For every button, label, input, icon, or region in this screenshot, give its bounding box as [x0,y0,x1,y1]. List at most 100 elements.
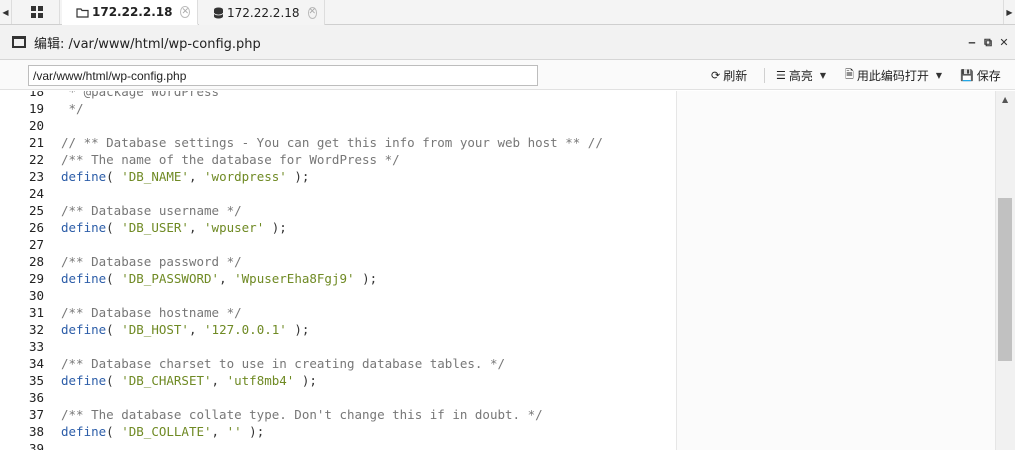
code-token: , [188,169,205,184]
line-text: /** Database hostname */ [61,304,242,321]
code-token: define [61,271,107,286]
code-token: ( [106,373,122,388]
line-number: 22 [28,152,44,167]
code-token: , [211,424,227,439]
code-token: 'DB_USER' [121,220,189,235]
restore-icon[interactable]: ⧉ [983,36,993,50]
code-token: 'wpuser' [204,220,265,235]
code-token: define [61,424,107,439]
code-token: 'DB_HOST' [121,322,189,337]
code-token: 'wordpress' [204,169,287,184]
code-line: 37 /** The database collate type. Don't c… [0,406,994,423]
code-line: 22 /** The name of the database for WordP… [0,151,994,168]
code-line: 39 [0,440,994,450]
highlight-dropdown[interactable]: ☰ 高亮 ▼ [776,65,826,86]
code-line: 31 /** Database hostname */ [0,304,994,321]
line-number: 27 [28,237,44,252]
scroll-up-icon[interactable]: ▲ [1002,95,1008,104]
code-token: ( [106,169,122,184]
caret-down-icon: ▼ [819,71,827,80]
line-text: /** Database username */ [61,202,242,219]
tab-scroll-left-icon[interactable]: ◀ [0,0,12,24]
caret-down-icon: ▼ [935,71,943,80]
refresh-button[interactable]: ⟳ 刷新 [711,65,747,86]
code-token: 'WpuserEha8Fgj9' [234,271,355,286]
code-token: 'utf8mb4' [226,373,295,388]
tab-bar: ◀ 172.22.2.18 ✕ 172.22.2.18 ✕ ▶ [0,0,1015,25]
line-number: 24 [28,186,44,201]
window-controls: ‒ ⧉ ✕ [967,25,1009,60]
line-number: 38 [28,424,44,439]
line-number: 36 [28,390,44,405]
code-line: 27 [0,236,994,253]
tab-close-icon[interactable]: ✕ [307,6,318,19]
tab-label: 172.22.2.18 [92,5,173,19]
list-icon: ☰ [776,69,786,82]
code-line: 30 [0,287,994,304]
code-token: ); [264,220,287,235]
code-line: 38 define( 'DB_COLLATE', '' ); [0,423,994,440]
refresh-icon: ⟳ [711,69,721,82]
code-token: ( [106,220,122,235]
line-text: /** The name of the database for WordPre… [61,151,400,168]
grid-menu-button[interactable] [14,0,60,24]
code-token: 'DB_NAME' [121,169,189,184]
database-icon [213,7,224,19]
line-number: 26 [28,220,44,235]
encoding-icon: 🗎 [845,68,854,81]
line-text: define( 'DB_PASSWORD', 'WpuserEha8Fgj9' … [61,270,377,287]
code-token: */ [61,101,84,116]
line-number: 21 [28,135,44,150]
code-line: 21 // ** Database settings - You can get … [0,134,994,151]
tab-close-icon[interactable]: ✕ [180,6,191,18]
save-button[interactable]: 💾 保存 [960,65,1001,86]
line-text: /** Database password */ [61,253,242,270]
line-number: 18 [28,91,44,99]
line-number: 25 [28,203,44,218]
code-line: 26 define( 'DB_USER', 'wpuser' ); [0,219,994,236]
tab-database[interactable]: 172.22.2.18 ✕ [199,0,325,25]
scrollbar-thumb[interactable] [998,198,1012,361]
code-line: 35 define( 'DB_CHARSET', 'utf8mb4' ); [0,372,994,389]
toolbar-divider [764,68,765,83]
line-number: 28 [28,254,44,269]
tab-scroll-right-icon[interactable]: ▶ [1003,0,1015,24]
code-line: 24 [0,185,994,202]
line-number: 39 [28,441,44,450]
code-token: ); [286,169,310,184]
code-line: 33 [0,338,994,355]
code-line: 19 */ [0,100,994,117]
minimize-icon[interactable]: ‒ [967,36,977,49]
open-with-encoding-dropdown[interactable]: 🗎 用此编码打开 ▼ [845,65,942,86]
grid-icon [30,6,43,18]
line-number: 23 [28,169,44,184]
close-icon[interactable]: ✕ [999,36,1009,49]
code-lines: 18 * @package WordPress 19 */20 21// ** Da… [0,91,994,450]
code-token: ( [106,322,122,337]
line-number: 37 [28,407,44,422]
code-editor[interactable]: 18 * @package WordPress 19 */20 21// ** Da… [0,91,1015,450]
code-token: '' [226,424,242,439]
line-text: // ** Database settings - You can get th… [61,134,603,151]
code-token: , [211,373,227,388]
line-text: define( 'DB_HOST', '127.0.0.1' ); [61,321,309,338]
file-path-input[interactable] [28,65,538,86]
line-text: define( 'DB_NAME', 'wordpress' ); [61,168,309,185]
line-number: 32 [28,322,44,337]
line-number: 20 [28,118,44,133]
code-token: define [61,220,107,235]
vertical-scrollbar[interactable]: ▲ [995,91,1015,450]
line-number: 31 [28,305,44,320]
tab-file-manager[interactable]: 172.22.2.18 ✕ [62,0,198,25]
line-text: /** Database charset to use in creating … [61,355,505,372]
code-line: 20 [0,117,994,134]
line-number: 34 [28,356,44,371]
code-token: /** Database hostname */ [61,305,242,320]
code-line: 36 [0,389,994,406]
line-text: define( 'DB_COLLATE', '' ); [61,423,264,440]
code-line: 18 * @package WordPress [0,91,994,100]
line-number: 19 [28,101,44,116]
line-text: */ [61,100,84,117]
code-token: 'DB_CHARSET' [121,373,212,388]
floppy-icon: 💾 [960,69,974,82]
